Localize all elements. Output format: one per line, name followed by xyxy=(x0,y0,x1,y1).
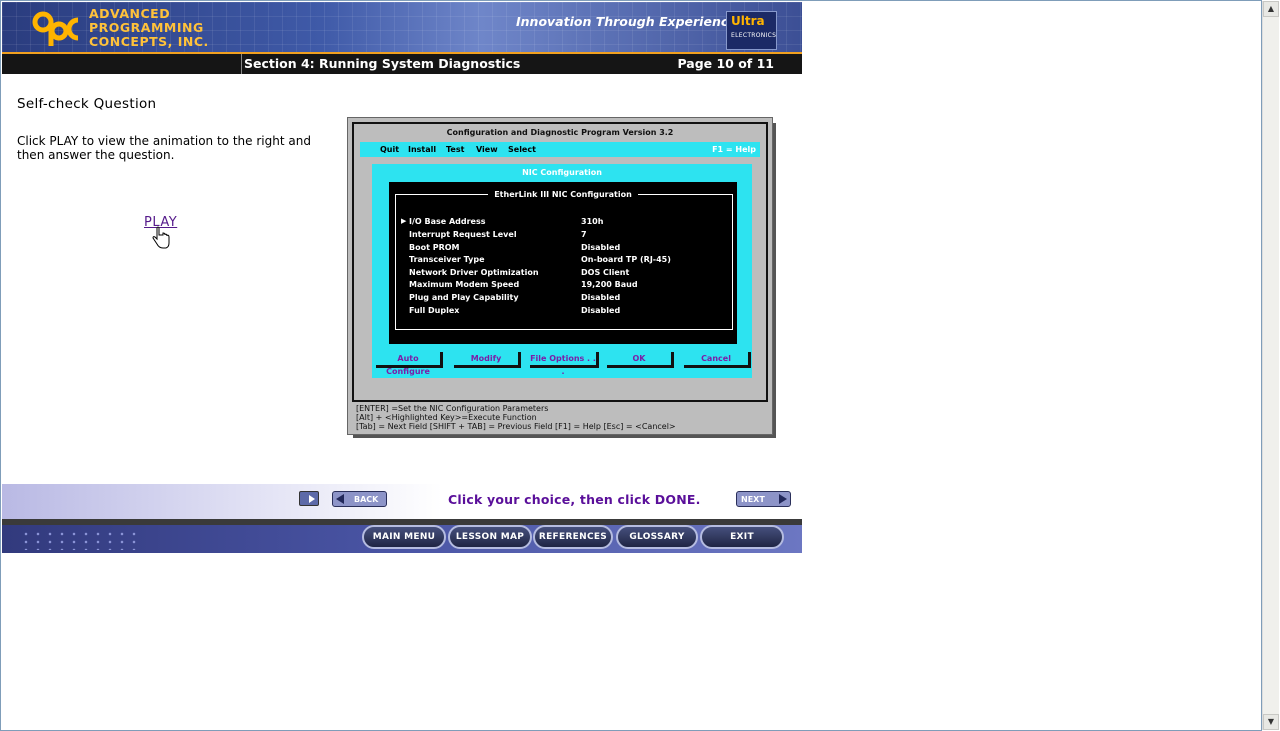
dos-menu-item: Install xyxy=(408,145,437,154)
cancel-button: Cancel xyxy=(684,352,751,368)
scroll-down-arrow-icon[interactable]: ▼ xyxy=(1263,714,1279,730)
nic-config-panel: NIC Configuration EtherLink III NIC Conf… xyxy=(372,164,752,378)
instruction-text: Click PLAY to view the animation to the … xyxy=(17,134,311,162)
dos-menu-item: View xyxy=(476,145,498,154)
auto-configure-button: Auto Configure xyxy=(376,352,443,376)
choice-instruction: Click your choice, then click DONE. xyxy=(448,492,701,507)
param-value: Disabled xyxy=(581,293,621,302)
company-line: PROGRAMMING xyxy=(89,20,204,35)
hand-pointer-icon xyxy=(152,226,170,249)
page-title: Self-check Question xyxy=(17,96,157,112)
ultra-electronics-logo: Ultra ELECTRONICS xyxy=(726,11,777,50)
next-button[interactable]: NEXT xyxy=(736,491,791,507)
section-bar-divider xyxy=(241,54,242,74)
diagnostic-screenshot: Configuration and Diagnostic Program Ver… xyxy=(347,117,773,435)
company-name: ADVANCED PROGRAMMING CONCEPTS, INC. xyxy=(89,7,209,49)
dos-help-hint: F1 = Help xyxy=(712,145,756,154)
param-label: I/O Base Address xyxy=(409,217,486,226)
tagline: Innovation Through Experience xyxy=(516,14,737,29)
param-label: Plug and Play Capability xyxy=(409,293,519,302)
section-title: Section 4: Running System Diagnostics xyxy=(244,56,521,71)
page-indicator: Page 10 of 11 xyxy=(677,56,774,71)
dos-hint-line: [ENTER] =Set the NIC Configuration Param… xyxy=(356,404,549,413)
modify-button: Modify xyxy=(454,352,521,368)
dot-pattern xyxy=(20,530,140,550)
exit-button[interactable]: EXIT xyxy=(700,525,784,549)
audio-toggle-icon[interactable] xyxy=(299,491,319,506)
main-menu-button[interactable]: MAIN MENU xyxy=(362,525,446,549)
dos-window-title: Configuration and Diagnostic Program Ver… xyxy=(446,128,674,137)
dos-hint-line: [Tab] = Next Field [SHIFT + TAB] = Previ… xyxy=(356,422,676,431)
param-label: Interrupt Request Level xyxy=(409,230,517,239)
glossary-button[interactable]: GLOSSARY xyxy=(616,525,698,549)
nic-params-box: EtherLink III NIC Configuration ▶ I/O Ba… xyxy=(389,182,737,344)
param-value: 310h xyxy=(581,217,604,226)
ok-button: OK xyxy=(607,352,674,368)
dos-hint-line: [Alt] + <Highlighted Key>=Execute Functi… xyxy=(356,413,537,422)
dos-button-row: Auto Configure Modify File Options . . .… xyxy=(372,352,752,376)
header-banner: ADVANCED PROGRAMMING CONCEPTS, INC. Inno… xyxy=(2,2,802,53)
ultra-logo-subtext: ELECTRONICS xyxy=(731,32,777,39)
file-options-button: File Options . . . xyxy=(530,352,599,376)
param-value: 7 xyxy=(581,230,587,239)
company-line: CONCEPTS, INC. xyxy=(89,34,209,49)
scroll-up-arrow-icon[interactable]: ▲ xyxy=(1263,1,1279,17)
param-value: On-board TP (RJ-45) xyxy=(581,255,671,264)
param-value: DOS Client xyxy=(581,268,630,277)
dos-window: Configuration and Diagnostic Program Ver… xyxy=(352,122,768,402)
nic-panel-title: NIC Configuration xyxy=(522,168,602,177)
next-button-label: NEXT xyxy=(741,495,765,504)
etherlink-title-text: EtherLink III NIC Configuration xyxy=(488,190,638,199)
param-value: Disabled xyxy=(581,306,621,315)
dos-menu-item: Quit xyxy=(380,145,400,154)
param-label: Full Duplex xyxy=(409,306,460,315)
back-arrow-icon xyxy=(336,494,344,504)
vertical-scrollbar[interactable]: ▲ ▼ xyxy=(1262,1,1279,730)
references-button[interactable]: REFERENCES xyxy=(533,525,613,549)
section-bar: Section 4: Running System Diagnostics Pa… xyxy=(2,54,802,74)
company-line: ADVANCED xyxy=(89,6,171,21)
param-label: Transceiver Type xyxy=(409,255,485,264)
param-value: Disabled xyxy=(581,243,621,252)
selection-caret-icon: ▶ xyxy=(401,217,407,225)
lesson-map-button[interactable]: LESSON MAP xyxy=(448,525,532,549)
param-value: 19,200 Baud xyxy=(581,280,638,289)
etherlink-title: EtherLink III NIC Configuration xyxy=(389,190,737,199)
param-label: Maximum Modem Speed xyxy=(409,280,520,289)
dos-menu-item: Test xyxy=(446,145,465,154)
ultra-logo-text: Ultra xyxy=(731,14,765,28)
dos-menu-bar: Quit Install Test View Select F1 = Help xyxy=(360,142,760,157)
param-label: Boot PROM xyxy=(409,243,460,252)
back-button[interactable]: BACK xyxy=(332,491,387,507)
dos-menu-item: Select xyxy=(508,145,536,154)
param-label: Network Driver Optimization xyxy=(409,268,539,277)
next-arrow-icon xyxy=(779,494,787,504)
apc-logo-icon xyxy=(32,11,79,46)
back-button-label: BACK xyxy=(354,495,379,504)
